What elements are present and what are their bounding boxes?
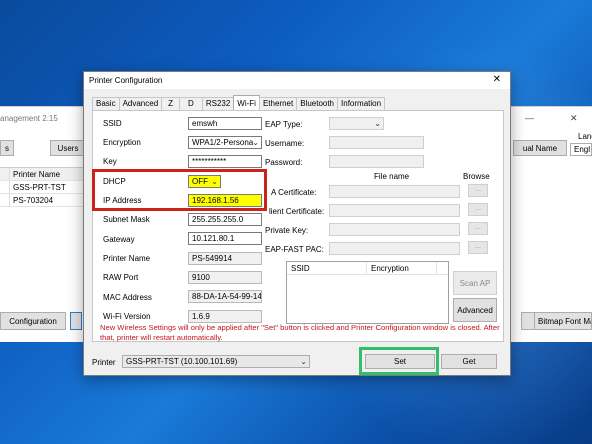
subnet-mask-label: Subnet Mask bbox=[103, 215, 150, 224]
scan-ap-button[interactable]: Scan AP bbox=[453, 271, 497, 295]
manual-name-button[interactable]: ual Name bbox=[513, 140, 567, 156]
printer-configuration-dialog: Printer Configuration ✕ Basic Advanced Z… bbox=[83, 71, 511, 376]
table-row[interactable]: GSS-PRT-TST bbox=[0, 181, 90, 194]
tab-wifi[interactable]: Wi-Fi bbox=[233, 95, 260, 110]
eap-type-label: EAP Type: bbox=[265, 120, 303, 129]
language-label: Lang bbox=[578, 132, 592, 141]
password-field[interactable] bbox=[329, 155, 424, 168]
tab-ethernet[interactable]: Ethernet bbox=[258, 97, 298, 110]
minimize-icon[interactable]: — bbox=[525, 113, 534, 123]
tab-z[interactable]: Z bbox=[161, 97, 181, 110]
scan-ap-list-header: SSID Encryption bbox=[287, 262, 448, 275]
eap-fast-pac-field[interactable] bbox=[329, 242, 460, 255]
username-field[interactable] bbox=[329, 136, 424, 149]
get-button-label: Get bbox=[462, 357, 476, 366]
partial-button[interactable] bbox=[70, 312, 82, 330]
tab-bluetooth[interactable]: Bluetooth bbox=[296, 97, 339, 110]
gateway-field[interactable]: 10.121.80.1 bbox=[188, 232, 262, 245]
key-label: Key bbox=[103, 157, 117, 166]
printer-select[interactable]: GSS-PRT-TST (10.100.101.69) ⌄ bbox=[122, 355, 310, 368]
tab-d[interactable]: D bbox=[179, 97, 203, 110]
configuration-button-label: Configuration bbox=[9, 316, 57, 326]
partial-button-right[interactable] bbox=[521, 312, 535, 330]
chevron-down-icon: ⌄ bbox=[300, 357, 307, 366]
left-partial-button[interactable]: s bbox=[0, 140, 14, 156]
dhcp-ip-highlight-box bbox=[92, 169, 267, 211]
encryption-select[interactable]: WPA1/2-Persona ⌄ bbox=[188, 136, 262, 149]
mac-address-label: MAC Address bbox=[103, 293, 152, 302]
advanced-button[interactable]: Advanced bbox=[453, 298, 497, 322]
client-certificate-field[interactable] bbox=[329, 204, 460, 217]
printer-select-value: GSS-PRT-TST (10.100.101.69) bbox=[126, 357, 238, 366]
raw-port-label: RAW Port bbox=[103, 273, 139, 282]
gateway-label: Gateway bbox=[103, 235, 135, 244]
chevron-down-icon: ⌄ bbox=[252, 138, 259, 147]
ca-certificate-field[interactable] bbox=[329, 185, 460, 198]
raw-port-field: 9100 bbox=[188, 271, 262, 284]
bitmap-font-manager-button[interactable]: Bitmap Font Ma bbox=[534, 312, 592, 330]
browse-ca-button[interactable]: ... bbox=[468, 184, 488, 197]
private-key-label: Private Key: bbox=[265, 226, 309, 235]
dialog-titlebar: Printer Configuration ✕ bbox=[84, 72, 510, 89]
browse-private-key-button[interactable]: ... bbox=[468, 222, 488, 235]
browse-header: Browse bbox=[463, 172, 490, 181]
column-encryption[interactable]: Encryption bbox=[367, 262, 437, 274]
encryption-label: Encryption bbox=[103, 138, 141, 147]
browse-client-button[interactable]: ... bbox=[468, 203, 488, 216]
configuration-button[interactable]: Configuration bbox=[0, 312, 66, 330]
close-icon[interactable]: ✕ bbox=[493, 74, 501, 85]
ssid-label: SSID bbox=[103, 119, 122, 128]
tab-basic[interactable]: Basic bbox=[92, 97, 120, 110]
tab-rs232[interactable]: RS232 bbox=[201, 97, 235, 110]
scan-ap-list[interactable]: SSID Encryption bbox=[286, 261, 449, 324]
background-app-title: anagement 2.15 bbox=[0, 114, 58, 123]
dialog-title: Printer Configuration bbox=[89, 76, 163, 85]
wifi-panel: SSID emswh Encryption WPA1/2-Persona ⌄ K… bbox=[92, 110, 504, 342]
language-select-value: Engl bbox=[574, 145, 591, 154]
username-label: Username: bbox=[265, 139, 305, 148]
printer-grid-header-label: Printer Name bbox=[13, 169, 61, 179]
bitmap-font-button-label: Bitmap Font Ma bbox=[538, 316, 592, 326]
printer-label: Printer bbox=[92, 358, 116, 367]
tab-strip: Basic Advanced Z D RS232 Wi-Fi Ethernet … bbox=[92, 95, 386, 110]
key-field[interactable]: *********** bbox=[188, 155, 262, 168]
ca-certificate-label: A Certificate: bbox=[271, 188, 317, 197]
printer-name-field: PS-549914 bbox=[188, 252, 262, 265]
table-row[interactable]: PS-703204 bbox=[0, 194, 90, 207]
printer-grid-cell: PS-703204 bbox=[13, 195, 54, 205]
left-partial-button-label: s bbox=[5, 143, 9, 153]
users-button-label: Users bbox=[57, 143, 79, 153]
column-ssid[interactable]: SSID bbox=[287, 262, 367, 274]
printer-grid: Printer Name GSS-PRT-TST PS-703204 bbox=[0, 167, 90, 207]
eap-fast-pac-label: EAP-FAST PAC: bbox=[265, 245, 324, 254]
tab-advanced[interactable]: Advanced bbox=[118, 97, 163, 110]
ssid-field[interactable]: emswh bbox=[188, 117, 262, 130]
set-button-highlight-box bbox=[359, 347, 439, 375]
private-key-field[interactable] bbox=[329, 223, 460, 236]
advanced-button-label: Advanced bbox=[457, 305, 493, 315]
password-label: Password: bbox=[265, 158, 303, 167]
eap-type-select[interactable]: ⌄ bbox=[329, 117, 384, 130]
chevron-down-icon: ⌄ bbox=[374, 119, 381, 128]
printer-grid-header: Printer Name bbox=[0, 168, 90, 181]
wifi-version-field: 1.6.9 bbox=[188, 310, 262, 323]
get-button[interactable]: Get bbox=[441, 354, 497, 369]
client-certificate-label: lient Certificate: bbox=[269, 207, 325, 216]
tab-information[interactable]: Information bbox=[337, 97, 386, 110]
wireless-settings-warning: New Wireless Settings will only be appli… bbox=[100, 323, 500, 342]
mac-address-field: 88-DA-1A-54-99-14 bbox=[188, 290, 262, 303]
encryption-select-value: WPA1/2-Persona bbox=[192, 138, 254, 147]
close-icon[interactable]: ✕ bbox=[570, 113, 578, 124]
subnet-mask-field[interactable]: 255.255.255.0 bbox=[188, 213, 262, 226]
manual-name-label: ual Name bbox=[522, 143, 558, 153]
wifi-version-label: Wi-Fi Version bbox=[103, 312, 151, 321]
file-name-header: File name bbox=[374, 172, 410, 181]
printer-grid-cell: GSS-PRT-TST bbox=[13, 182, 66, 192]
users-button[interactable]: Users bbox=[50, 140, 86, 156]
printer-name-label: Printer Name bbox=[103, 254, 151, 263]
browse-eap-fast-button[interactable]: ... bbox=[468, 241, 488, 254]
language-select[interactable]: Engl bbox=[570, 143, 592, 156]
scan-ap-button-label: Scan AP bbox=[459, 278, 491, 288]
